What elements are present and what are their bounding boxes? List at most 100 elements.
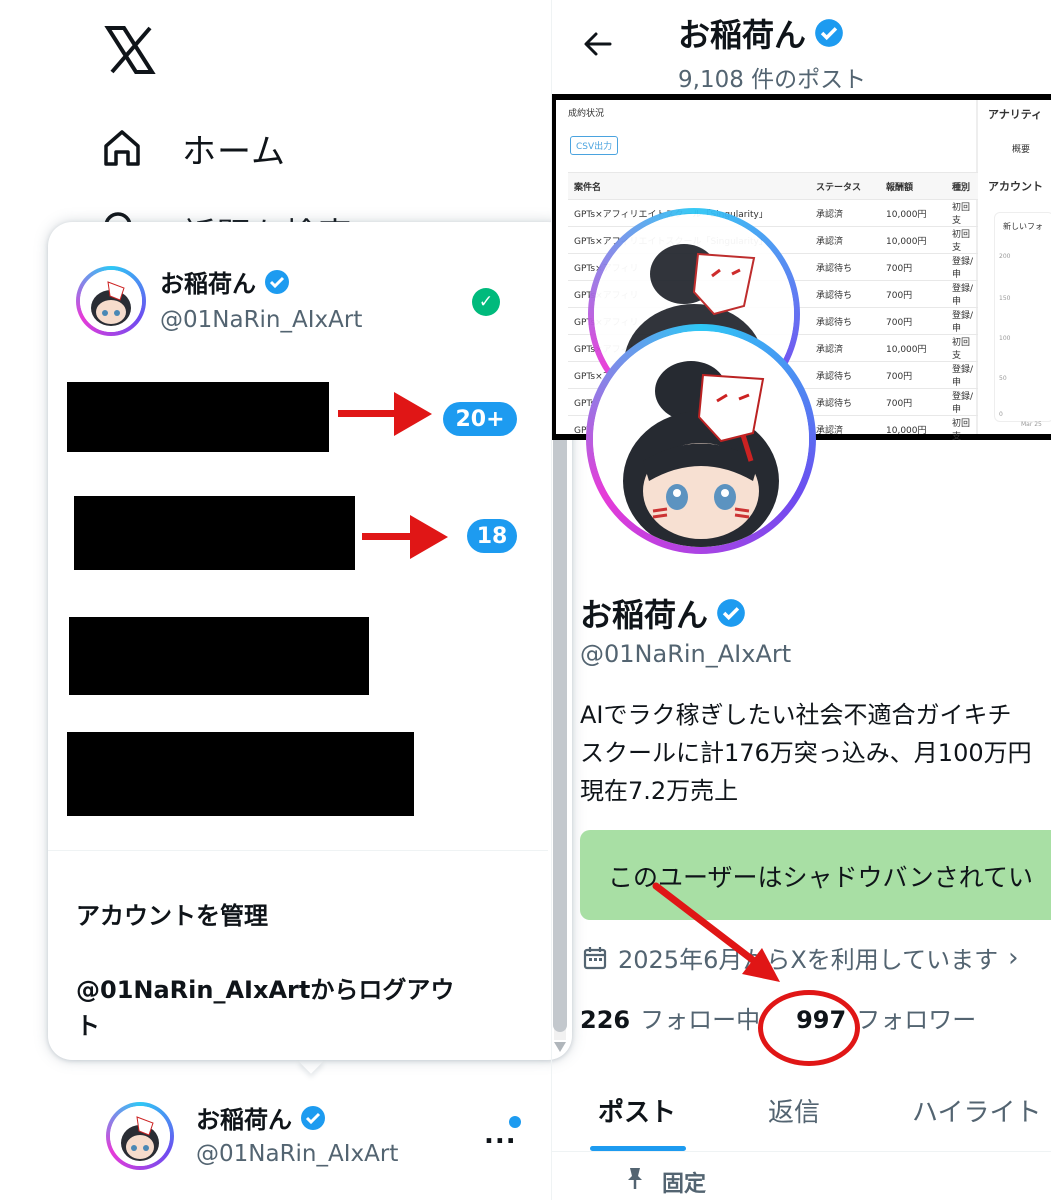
profile-handle: @01NaRin_AIxArt [580,640,792,668]
annotation-arrow-head-2 [410,515,448,559]
banner-right-tab: 概要 [1012,145,1031,155]
popup-account-name: お稲荷ん [160,264,290,299]
cell: 700円 [886,398,913,409]
pinned-post-label: 固定 [624,1166,706,1198]
annotation-arrow-head-1 [394,392,432,436]
notification-dot [509,1116,521,1128]
cell: 登録/申 [952,284,974,307]
selected-check-icon: ✓ [472,288,500,316]
redacted-account-3[interactable] [69,617,369,695]
cell: 承認待ち [816,398,853,409]
banner-table-header: 案件名 ステータス 報酬額 種別 [568,172,978,199]
csv-button-label: CSV出力 [576,142,613,152]
cell: 承認待ち [816,263,853,274]
home-icon [100,126,144,170]
cell: 700円 [886,263,913,274]
chart-tick-150: 150 [999,295,1011,302]
followers-label[interactable]: フォロワー [856,1000,976,1035]
chart-x-label: Mar 25 [1021,421,1042,428]
redacted-account-1[interactable] [67,382,329,452]
posts-count: 9,108 件のポスト [678,67,867,93]
active-tab-indicator [590,1146,686,1151]
cell: 承認済 [816,344,844,355]
following-label[interactable]: フォロー中 [640,1000,760,1035]
cell: 承認済 [816,209,844,220]
banner-col-0: 案件名 [574,182,602,193]
annotation-arrow-1 [338,410,400,417]
redacted-account-2[interactable] [74,496,355,570]
cell: 初回支 [952,203,971,226]
banner-right-title: アナリティ [988,108,1043,121]
profile-avatar[interactable] [586,324,816,554]
banner-right-section: アカウント [988,180,1043,193]
cell: 初回支 [952,419,971,440]
cell: 登録/申 [952,392,974,415]
cell: 登録/申 [952,365,974,388]
chart-tick-50: 50 [999,375,1007,382]
switcher-name-text: お稲荷ん [196,1106,292,1134]
chart-tick-100: 100 [999,335,1011,342]
switcher-avatar[interactable] [106,1102,174,1170]
cell: 初回支 [952,338,971,361]
tab-replies[interactable]: 返信 [768,1092,820,1129]
popup-name-text: お稲荷ん [160,270,256,298]
calendar-icon [582,945,608,971]
cell: 10,000円 [886,425,927,436]
verified-badge-icon [300,1105,326,1131]
annotation-arrow-2 [362,533,412,540]
popup-account-handle: @01NaRin_AIxArt [160,307,363,333]
cell: 承認済 [816,236,844,247]
following-count[interactable]: 226 [580,1006,630,1034]
back-arrow-icon[interactable] [582,28,614,60]
annotation-circle [758,990,860,1066]
verified-badge-icon [716,598,746,628]
verified-badge-icon [814,18,844,48]
redacted-account-4[interactable] [67,732,414,816]
x-logo-icon[interactable] [104,24,156,76]
logout-link[interactable]: @01NaRin_AIxArtからログアウト [76,972,456,1044]
profile-header-title: お稲荷ん [678,10,844,56]
banner-section-title: 成約状況 [568,109,605,119]
cell: 700円 [886,317,913,328]
notification-count-badge-2: 18 [467,519,517,553]
pinned-label-text: 固定 [662,1172,707,1197]
switcher-account-handle: @01NaRin_AIxArt [196,1141,399,1167]
profile-display-name: お稲荷ん [580,590,746,636]
nav-item-home[interactable]: ホーム [100,118,286,178]
joined-date-row: 2025年6月からXを利用しています › [582,940,1018,975]
manage-accounts-link[interactable]: アカウントを管理 [76,896,268,931]
banner-col-2: 報酬額 [886,182,914,193]
cell: 初回支 [952,230,971,253]
cell: 承認待ち [816,371,853,382]
cell: 700円 [886,371,913,382]
banner-right-chip: 新しいフォ [1003,222,1043,231]
banner-col-1: ステータス [816,182,862,193]
cell: 10,000円 [886,209,927,220]
annotation-arrow-3 [650,880,790,990]
profile-bio: AIでラク稼ぎしたい社会不適合ガイキチ スクールに計176万突っ込み、月100万… [580,701,1032,805]
banner-table-row: GPTs×アフィリエイトスクール「Singularity」承認済10,000円初… [568,199,978,226]
cell: 登録/申 [952,311,974,334]
banner-col-3: 種別 [952,182,971,193]
chevron-right-icon[interactable]: › [1008,943,1018,973]
nav-home-label: ホーム [182,131,286,172]
profile-title-text: お稲荷ん [678,16,807,54]
cell: 承認待ち [816,290,853,301]
banner-mini-chart: 新しいフォ 200 150 100 50 0 Mar 25 [994,212,1051,428]
profile-name-text: お稲荷ん [580,596,709,634]
switcher-account-name[interactable]: お稲荷ん [196,1100,326,1135]
tab-posts[interactable]: ポスト [598,1092,676,1129]
cell: 承認待ち [816,317,853,328]
tab-highlights[interactable]: ハイライト [912,1092,1041,1129]
cell: 700円 [886,290,913,301]
popup-divider [48,850,548,851]
notification-count-badge-1: 20+ [443,402,517,436]
chart-tick-0: 0 [999,411,1003,418]
chart-tick-200: 200 [999,253,1011,260]
profile-tabs: ポスト 返信 ハイライト [552,1064,1051,1152]
banner-csv-button: CSV出力 [570,136,619,155]
verified-badge-icon [264,269,290,295]
cell: 承認済 [816,425,844,436]
pin-icon [624,1166,646,1198]
popup-account-avatar[interactable] [76,266,146,336]
